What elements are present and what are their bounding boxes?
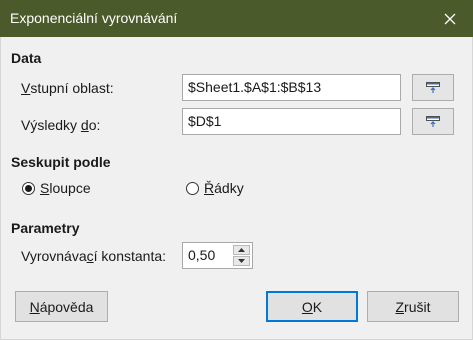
window-title: Exponenciální vyrovnávání xyxy=(10,10,178,26)
radio-rows-label: Řádky xyxy=(204,180,244,196)
close-icon xyxy=(444,13,456,24)
spin-arrows xyxy=(233,245,250,266)
arrow-down-icon xyxy=(238,259,245,263)
smoothing-constant-spinbox[interactable]: 0,50 xyxy=(182,242,253,269)
cancel-button[interactable]: Zrušit xyxy=(367,291,459,322)
help-button-label: Nápověda xyxy=(29,298,94,315)
shrink-icon xyxy=(426,81,440,93)
radio-columns[interactable]: Sloupce xyxy=(22,180,91,196)
input-range-shrink-button[interactable] xyxy=(412,74,454,101)
ok-button[interactable]: OK xyxy=(266,291,358,322)
results-shrink-button[interactable] xyxy=(412,108,454,135)
spin-down-button[interactable] xyxy=(233,256,250,266)
spin-up-button[interactable] xyxy=(233,245,250,255)
arrow-up-icon xyxy=(238,248,245,252)
dialog-body: Data Vstupní oblast: $Sheet1.$A$1:$B$13 … xyxy=(0,37,473,340)
data-section-title: Data xyxy=(11,50,42,66)
parameters-section-title: Parametry xyxy=(11,220,80,236)
radio-rows-indicator[interactable] xyxy=(186,181,199,195)
title-bar: Exponenciální vyrovnávání xyxy=(0,0,473,37)
help-button[interactable]: Nápověda xyxy=(15,291,108,322)
close-button[interactable] xyxy=(427,0,473,37)
shrink-icon xyxy=(426,115,440,127)
ok-button-label: OK xyxy=(301,298,323,315)
results-field[interactable]: $D$1 xyxy=(182,108,401,135)
group-by-section-title: Seskupit podle xyxy=(11,154,111,170)
smoothing-constant-label: Vyrovnávací konstanta: xyxy=(21,248,167,264)
radio-rows[interactable]: Řádky xyxy=(186,180,244,196)
input-range-label: Vstupní oblast: xyxy=(21,80,114,96)
input-range-field[interactable]: $Sheet1.$A$1:$B$13 xyxy=(182,74,401,101)
results-label: Výsledky do: xyxy=(21,117,101,133)
radio-columns-label: Sloupce xyxy=(40,180,91,196)
radio-columns-indicator[interactable] xyxy=(22,181,35,195)
cancel-button-label: Zrušit xyxy=(395,298,431,315)
smoothing-constant-value[interactable]: 0,50 xyxy=(188,247,215,263)
